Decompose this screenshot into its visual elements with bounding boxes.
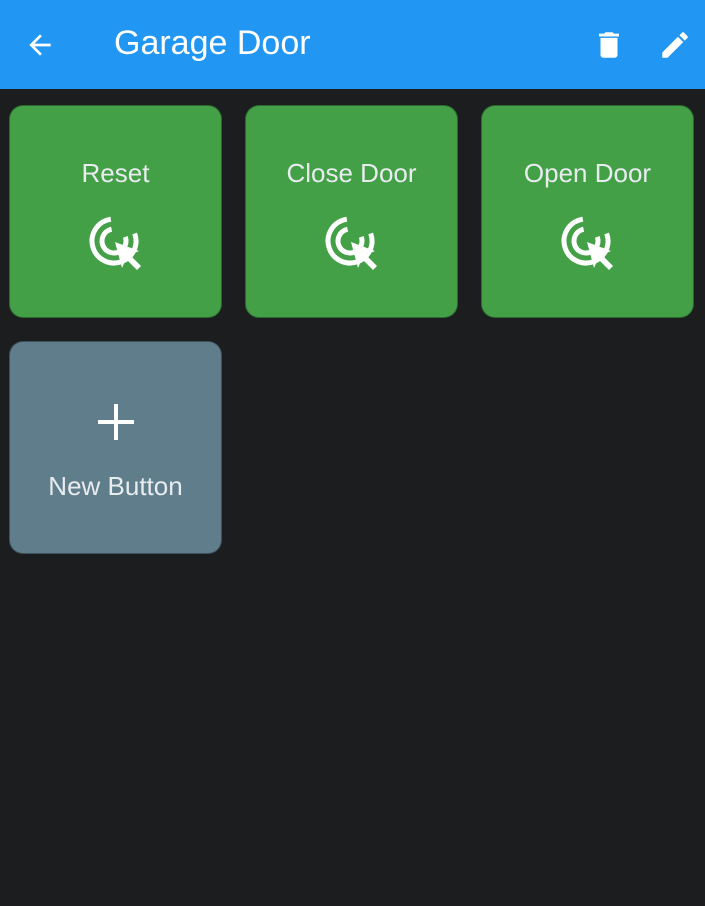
tap-cursor-icon (325, 216, 377, 270)
app-bar: Garage Door (0, 0, 705, 89)
button-tile-label: Reset (81, 158, 150, 188)
tap-cursor-icon (561, 216, 613, 270)
button-tile-label: Close Door (286, 158, 417, 188)
new-button-tile[interactable]: New Button (9, 341, 222, 554)
button-tile-reset[interactable]: Reset (9, 105, 222, 318)
button-tile-label: Open Door (523, 158, 652, 188)
edit-button[interactable] (647, 17, 703, 73)
new-button-label: New Button (48, 471, 183, 501)
pencil-icon (662, 32, 688, 58)
delete-button[interactable] (581, 17, 637, 73)
button-tile-open-door[interactable]: Open Door (481, 105, 694, 318)
arrow-left-icon (29, 34, 51, 56)
back-button[interactable] (12, 17, 68, 73)
trash-icon (599, 32, 619, 58)
plus-icon (98, 404, 134, 440)
tap-cursor-icon (89, 216, 141, 270)
page-title: Garage Door (114, 24, 311, 62)
button-tile-close-door[interactable]: Close Door (245, 105, 458, 318)
